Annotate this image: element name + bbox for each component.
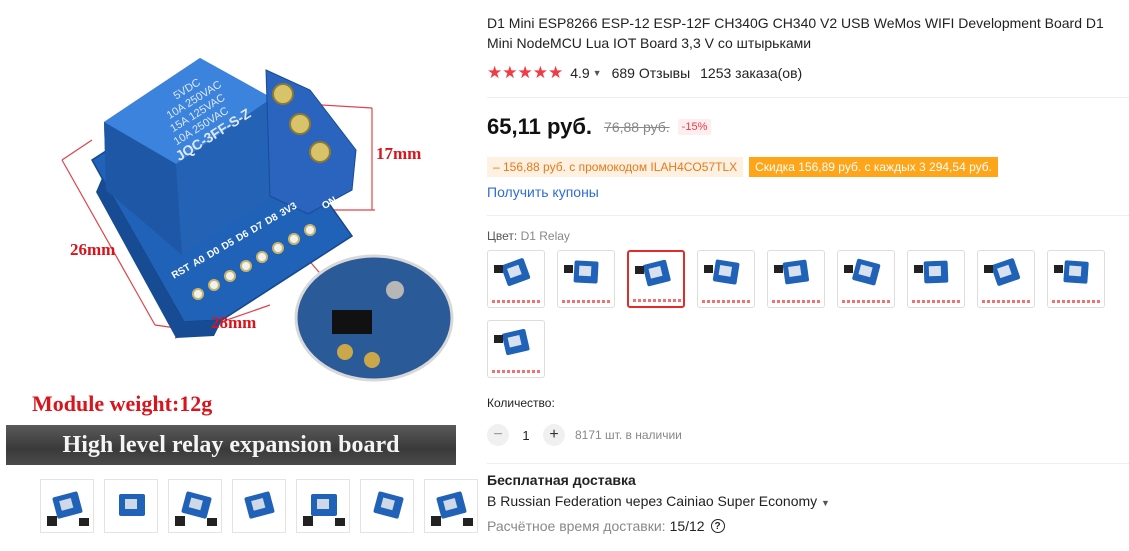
delivery-time-label: Расчётное время доставки: <box>487 518 666 534</box>
module-weight-text: Module weight:12g <box>32 391 213 416</box>
orders-count: 1253 заказа(ов) <box>700 65 803 81</box>
color-swatch[interactable] <box>907 250 965 308</box>
main-product-image[interactable]: 5VDC 10A 250VAC 15A 125VAC 10A 250VAC JQ… <box>0 0 462 470</box>
dimension-depth: 28mm <box>211 313 257 332</box>
color-swatches <box>487 250 1129 378</box>
store-discount-tag[interactable]: Скидка 156,89 руб. с каждых 3 294,54 руб… <box>749 157 998 177</box>
help-icon[interactable]: ? <box>710 519 725 533</box>
current-price: 65,11 руб. <box>487 114 593 139</box>
decrease-quantity-button[interactable]: − <box>487 424 509 446</box>
divider <box>487 97 1129 98</box>
delivery-time: Расчётное время доставки: 15/12 ? <box>487 518 725 534</box>
color-swatch[interactable] <box>837 250 895 308</box>
banner-text: High level relay expansion board <box>62 431 400 458</box>
color-label: Цвет: D1 Relay <box>487 229 570 243</box>
chevron-down-icon[interactable]: ▼ <box>593 68 602 78</box>
shipping-destination[interactable]: В Russian Federation через Cainiao Super… <box>487 493 830 509</box>
color-swatch[interactable] <box>697 250 755 308</box>
color-value: D1 Relay <box>520 229 570 243</box>
rating-value[interactable]: 4.9 <box>570 65 589 81</box>
color-swatch[interactable] <box>767 250 825 308</box>
gallery-thumbnail[interactable] <box>232 479 286 533</box>
quantity-label: Количество: <box>487 396 555 410</box>
shipping-title: Бесплатная доставка <box>487 472 636 488</box>
color-swatch[interactable] <box>627 250 685 308</box>
price-row: 65,11 руб. 76,88 руб. -15% <box>487 114 712 140</box>
dimension-height: 17mm <box>376 144 422 163</box>
color-swatch[interactable] <box>977 250 1035 308</box>
gallery-thumbnail[interactable] <box>296 479 350 533</box>
rating-stars: ★★★★★ <box>487 63 564 82</box>
divider <box>487 463 1129 464</box>
gallery-thumbnail[interactable] <box>104 479 158 533</box>
promo-code-tag[interactable]: – 156,88 руб. с промокодом ILAH4CO57TLX <box>487 157 744 177</box>
shipping-destination-text: В Russian Federation через Cainiao Super… <box>487 493 818 509</box>
dimension-width: 26mm <box>70 240 116 259</box>
gallery-thumbnail[interactable] <box>40 479 94 533</box>
gallery-thumbnails <box>40 479 478 533</box>
gallery-thumbnail[interactable] <box>168 479 222 533</box>
increase-quantity-button[interactable]: + <box>543 424 565 446</box>
color-swatch[interactable] <box>487 250 545 308</box>
divider <box>487 215 1129 216</box>
discount-badge: -15% <box>677 119 712 135</box>
color-swatch[interactable] <box>557 250 615 308</box>
color-swatch[interactable] <box>1047 250 1105 308</box>
gallery-thumbnail[interactable] <box>360 479 414 533</box>
rating-row: ★★★★★ 4.9 ▼ 689 Отзывы 1253 заказа(ов) <box>487 63 802 83</box>
color-swatch[interactable] <box>487 320 545 378</box>
quantity-stepper: − 1 + 8171 шт. в наличии <box>487 424 682 446</box>
old-price: 76,88 руб. <box>604 119 670 135</box>
image-banner: High level relay expansion board <box>6 425 456 465</box>
product-title: D1 Mini ESP8266 ESP-12 ESP-12F CH340G CH… <box>487 15 1104 51</box>
color-label-text: Цвет: <box>487 229 518 243</box>
reviews-link[interactable]: 689 Отзывы <box>612 65 691 81</box>
delivery-time-value: 15/12 <box>669 518 705 534</box>
gallery-thumbnail[interactable] <box>424 479 478 533</box>
promo-row: – 156,88 руб. с промокодом ILAH4CO57TLX … <box>487 157 998 177</box>
product-gallery: 5VDC 10A 250VAC 15A 125VAC 10A 250VAC JQ… <box>0 0 478 551</box>
chevron-down-icon: ▼ <box>821 498 830 508</box>
get-coupons-link[interactable]: Получить купоны <box>487 184 599 200</box>
stock-count: 8171 шт. в наличии <box>575 428 682 442</box>
quantity-value[interactable]: 1 <box>509 428 543 443</box>
